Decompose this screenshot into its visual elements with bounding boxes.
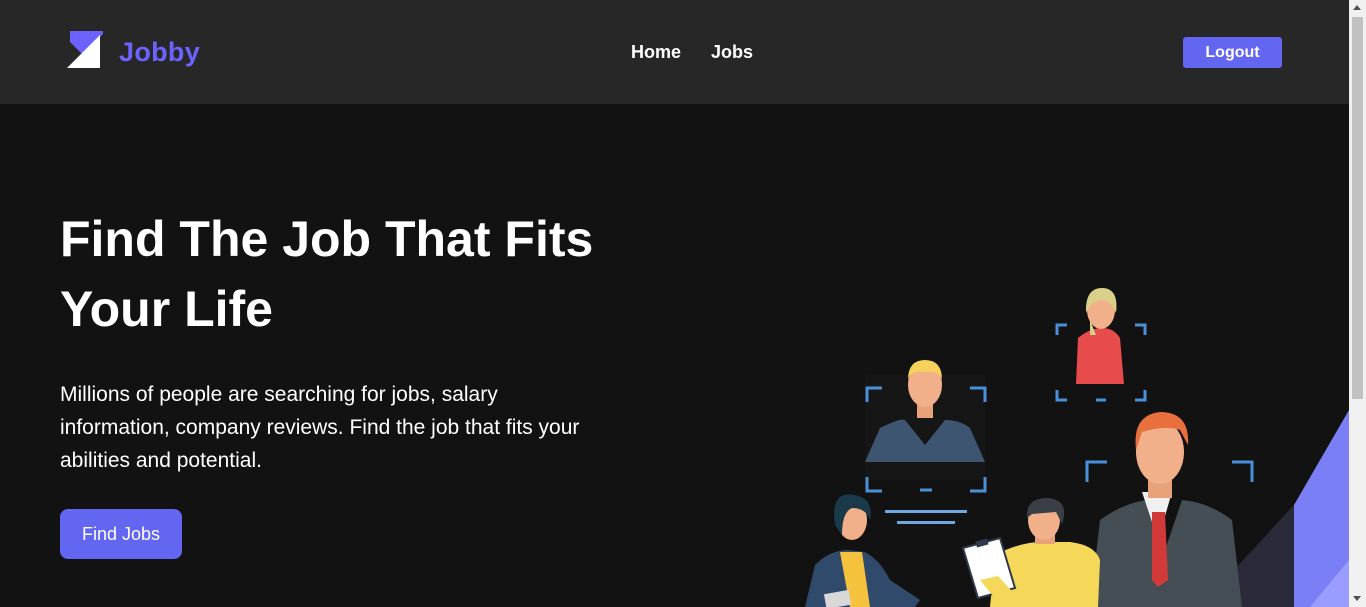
header-navbar: Jobby Home Jobs Logout — [0, 0, 1349, 104]
logo-text[interactable]: Jobby — [119, 37, 200, 68]
job-search-illustration — [805, 288, 1349, 607]
jobby-logo-icon[interactable] — [67, 31, 103, 69]
hero-title-line-2: Your Life — [60, 281, 273, 337]
hero-description: Millions of people are searching for job… — [60, 383, 580, 472]
find-jobs-button[interactable]: Find Jobs — [60, 509, 182, 559]
hero-title-line-1: Find The Job That Fits — [60, 211, 594, 267]
scrollbar-thumb[interactable] — [1352, 17, 1363, 399]
hero-title: Find The Job That Fits Your Life — [60, 204, 620, 344]
nav-home-link[interactable]: Home — [631, 42, 681, 63]
scroll-down-arrow-icon[interactable] — [1353, 596, 1361, 601]
nav-links: Home Jobs — [631, 42, 753, 63]
scroll-up-arrow-icon[interactable] — [1353, 5, 1361, 10]
logout-button[interactable]: Logout — [1183, 37, 1282, 68]
nav-jobs-link[interactable]: Jobs — [711, 42, 753, 63]
